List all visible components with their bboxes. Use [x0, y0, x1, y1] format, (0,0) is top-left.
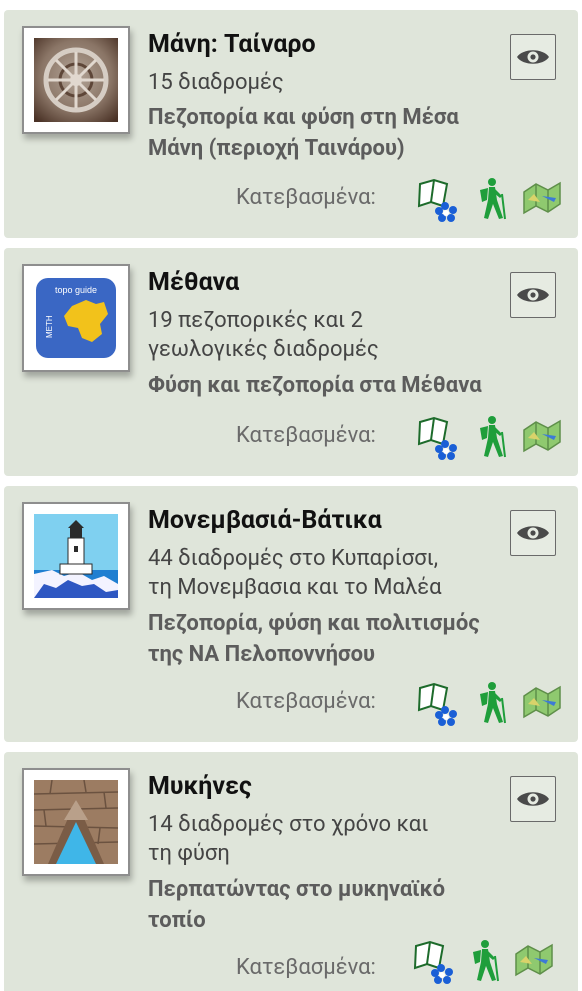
guide-route-count: 15 διαδρομές: [148, 68, 528, 97]
hiker-icon[interactable]: [475, 682, 515, 724]
hiker-icon[interactable]: [468, 940, 508, 982]
route-count-line: 15 διαδρομές: [148, 70, 284, 95]
topoguide-logo-image: topo guide METH: [34, 276, 118, 360]
description-line: Μάνη (περιοχή Ταινάρου): [148, 136, 405, 161]
guide-card-mycenae[interactable]: Μυκήνες 14 διαδρομές στο χρόνο και τη φύ…: [4, 752, 578, 991]
lion-gate-image: [34, 780, 118, 864]
map-icon[interactable]: [522, 180, 562, 220]
downloaded-label: Κατεβασμένα:: [236, 955, 376, 980]
map-icon[interactable]: [522, 684, 562, 724]
route-count-line: γεωλογικές διαδρομές: [148, 337, 379, 362]
guide-card-mani[interactable]: Μάνη: Ταίναρο 15 διαδρομές Πεζοπορία και…: [4, 10, 578, 238]
eye-icon: [517, 792, 549, 806]
description-line: Φύση και πεζοπορία στα Μέθανα: [148, 373, 482, 398]
route-count-line: 19 πεζοπορικές και 2: [148, 308, 363, 333]
guide-route-count: 44 διαδρομές στο Κυπαρίσσι, τη Μονεμβασι…: [148, 544, 528, 602]
guide-thumbnail: [22, 502, 130, 610]
view-button[interactable]: [510, 34, 556, 80]
guide-title[interactable]: Μονεμβασιά-Βάτικα: [148, 506, 382, 535]
map-icon[interactable]: [522, 418, 562, 458]
hiker-icon[interactable]: [475, 416, 515, 458]
map-icon[interactable]: [514, 942, 554, 982]
guide-description: Περπατώντας στο μυκηναϊκό τοπίο: [148, 874, 558, 936]
guide-route-count: 19 πεζοπορικές και 2 γεωλογικές διαδρομέ…: [148, 306, 528, 364]
downloaded-label: Κατεβασμένα:: [236, 423, 376, 448]
description-line: Πεζοπορία και φύση στη Μέσα: [148, 105, 459, 130]
logo-meth-text: METH: [45, 315, 54, 338]
stone-relief-image: [34, 38, 118, 122]
description-line: Περπατώντας στο μυκηναϊκό: [148, 877, 446, 902]
logo-topoguide-text: topo guide: [55, 285, 97, 295]
guide-thumbnail: topo guide METH: [22, 264, 130, 372]
description-line: τοπίο: [148, 908, 206, 933]
description-line: Πεζοπορία, φύση και πολιτισμός: [148, 611, 480, 636]
route-count-line: τη φύση: [148, 841, 230, 866]
guide-thumbnail: [22, 768, 130, 876]
route-count-line: τη Μονεμβασια και το Μαλέα: [148, 575, 442, 600]
guide-description: Φύση και πεζοπορία στα Μέθανα: [148, 370, 558, 401]
book-flower-icon[interactable]: [413, 940, 453, 984]
lighthouse-image: [34, 514, 118, 598]
eye-icon: [517, 50, 549, 64]
guide-description: Πεζοπορία και φύση στη Μέσα Μάνη (περιοχ…: [148, 102, 558, 164]
eye-icon: [517, 288, 549, 302]
view-button[interactable]: [510, 510, 556, 556]
book-flower-icon[interactable]: [417, 682, 457, 726]
guide-route-count: 14 διαδρομές στο χρόνο και τη φύση: [148, 810, 528, 868]
book-flower-icon[interactable]: [417, 178, 457, 222]
downloaded-label: Κατεβασμένα:: [236, 689, 376, 714]
guide-description: Πεζοπορία, φύση και πολιτισμός της ΝΑ Πε…: [148, 608, 558, 670]
eye-icon: [517, 526, 549, 540]
guide-title[interactable]: Μυκήνες: [148, 772, 252, 801]
guide-title[interactable]: Μάνη: Ταίναρο: [148, 30, 316, 59]
guide-thumbnail: [22, 26, 130, 134]
downloaded-label: Κατεβασμένα:: [236, 185, 376, 210]
guide-card-monemvasia[interactable]: Μονεμβασιά-Βάτικα 44 διαδρομές στο Κυπαρ…: [4, 486, 578, 742]
route-count-line: 44 διαδρομές στο Κυπαρίσσι,: [148, 546, 439, 571]
view-button[interactable]: [510, 776, 556, 822]
route-count-line: 14 διαδρομές στο χρόνο και: [148, 812, 429, 837]
guide-title[interactable]: Μέθανα: [148, 268, 239, 297]
description-line: της ΝΑ Πελοποννήσου: [148, 642, 376, 667]
view-button[interactable]: [510, 272, 556, 318]
book-flower-icon[interactable]: [417, 416, 457, 460]
hiker-icon[interactable]: [475, 178, 515, 220]
guide-card-methana[interactable]: topo guide METH Μέθανα 19 πεζοπορικές κα…: [4, 248, 578, 476]
